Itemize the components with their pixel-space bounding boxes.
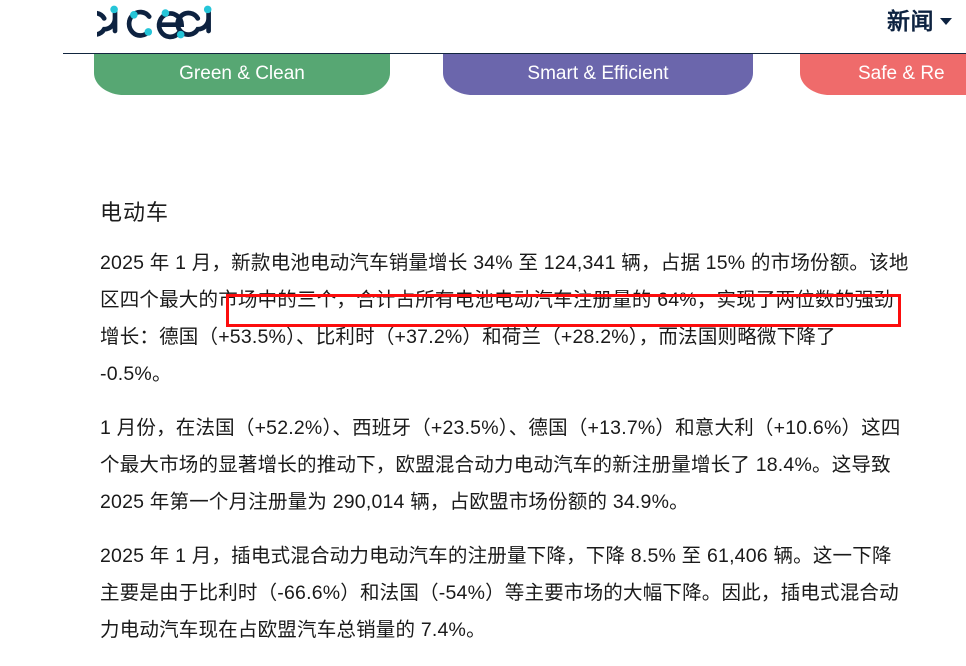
acea-logo[interactable] [81, 0, 232, 50]
tab-smart-and-efficient-label: Smart & Efficient [527, 63, 669, 84]
chevron-down-icon [940, 17, 952, 25]
nav-news-label: 新闻 [887, 8, 934, 34]
tab-smart-and-efficient[interactable]: Smart & Efficient [443, 54, 753, 95]
paragraph-phev: 2025 年 1 月，插电式混合动力电动汽车的注册量下降，下降 8.5% 至 6… [100, 545, 899, 641]
article-body: 2025 年 1 月，新款电池电动汽车销量增长 34% 至 124,341 辆，… [100, 245, 910, 666]
tab-green-and-clean[interactable]: Green & Clean [94, 54, 390, 95]
nav-news-dropdown[interactable]: 新闻 [887, 2, 952, 36]
tab-safe-and-reliable-label: Safe & Re [858, 63, 945, 84]
page-title: 电动车 [100, 200, 170, 225]
category-tab-strip: Sa Green & Clean Smart & Efficient Safe … [0, 54, 966, 98]
paragraph-hev: 1 月份，在法国（+52.2%）、西班牙（+23.5%）、德国（+13.7%）和… [100, 417, 901, 513]
site-header: 新闻 [0, 0, 966, 56]
tab-green-and-clean-label: Green & Clean [179, 63, 305, 84]
tab-safe-and-reliable[interactable]: Safe & Re [800, 54, 966, 95]
paragraph-bev: 2025 年 1 月，新款电池电动汽车销量增长 34% 至 124,341 辆，… [100, 252, 909, 385]
